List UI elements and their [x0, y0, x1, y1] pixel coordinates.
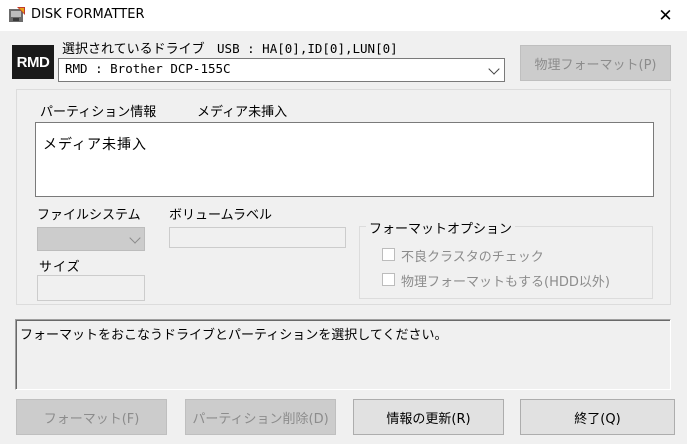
rmd-logo: RMD [12, 45, 54, 79]
partition-list-text: メディア未挿入 [43, 137, 148, 153]
selected-drive-label: 選択されているドライブ USB : HA[0],ID[0],LUN[0] [62, 38, 398, 57]
disk-formatter-window: DISK FORMATTER ✕ RMD 選択されているドライブ USB : H… [0, 0, 687, 444]
close-button[interactable]: ✕ [644, 0, 687, 31]
partition-list-box[interactable]: メディア未挿入 [35, 122, 654, 197]
chevron-down-icon [488, 63, 500, 75]
volume-label-input[interactable] [169, 227, 346, 248]
chevron-down-icon [129, 232, 141, 244]
status-message-text: フォーマットをおこなうドライブとパーティションを選択してください。 [20, 328, 448, 343]
window-title: DISK FORMATTER [31, 7, 145, 22]
partition-info-label: パーティション情報 [40, 105, 157, 120]
format-options-label: フォーマットオプション [366, 218, 516, 237]
disk-formatter-app-icon [9, 7, 25, 22]
bad-cluster-checkbox[interactable] [382, 248, 395, 261]
exit-button-label: 終了(Q) [574, 411, 621, 427]
filesystem-label: ファイルシステム [37, 208, 141, 223]
filesystem-select[interactable] [37, 227, 145, 251]
media-status-label: メディア未挿入 [197, 105, 288, 120]
volume-label-label: ボリュームラベル [169, 208, 272, 223]
selected-drive-label-jp: 選択されているドライブ [62, 42, 205, 57]
selected-drive-usb-info: USB : HA[0],ID[0],LUN[0] [217, 41, 398, 56]
drive-select-value: RMD : Brother DCP-155C [65, 61, 231, 76]
title-bar[interactable]: DISK FORMATTER ✕ [0, 0, 687, 31]
size-label: サイズ [39, 260, 81, 275]
status-message-box: フォーマットをおこなうドライブとパーティションを選択してください。 [15, 319, 671, 390]
bad-cluster-checkbox-label[interactable]: 不良クラスタのチェック [401, 246, 544, 265]
size-input[interactable] [37, 275, 145, 301]
close-icon: ✕ [658, 5, 673, 26]
delete-partition-button-label: パーティション削除(D) [192, 411, 329, 427]
exit-button[interactable]: 終了(Q) [520, 399, 675, 435]
physical-format-button[interactable]: 物理フォーマット(P) [520, 45, 671, 81]
delete-partition-button[interactable]: パーティション削除(D) [185, 399, 336, 435]
format-button[interactable]: フォーマット(F) [16, 399, 167, 435]
refresh-info-button[interactable]: 情報の更新(R) [353, 399, 504, 435]
physical-format-hdd-checkbox[interactable] [382, 273, 395, 286]
refresh-info-button-label: 情報の更新(R) [386, 411, 471, 427]
rmd-logo-text: RMD [16, 53, 50, 71]
format-button-label: フォーマット(F) [43, 411, 140, 427]
drive-select[interactable]: RMD : Brother DCP-155C [58, 58, 505, 82]
physical-format-button-label: 物理フォーマット(P) [534, 57, 657, 73]
physical-format-hdd-checkbox-label[interactable]: 物理フォーマットもする(HDD以外) [401, 271, 610, 290]
